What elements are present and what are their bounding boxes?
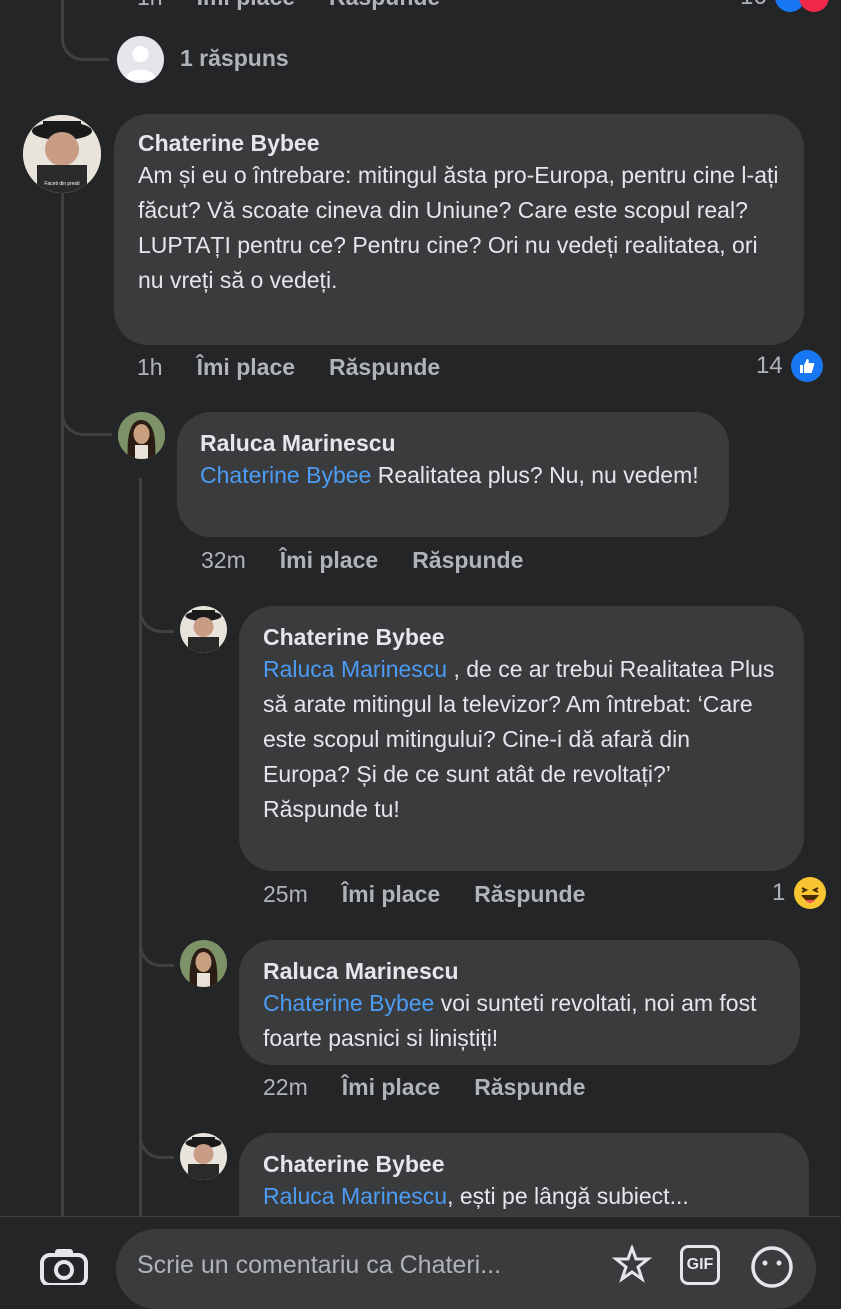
avatar-chaterine[interactable] xyxy=(180,606,227,653)
thread-line-main xyxy=(61,190,64,1220)
like-button[interactable]: Îmi place xyxy=(197,0,295,11)
like-icon xyxy=(790,350,823,382)
reply-button[interactable]: Răspunde xyxy=(412,547,523,574)
mention-link[interactable]: Chaterine Bybee xyxy=(263,990,434,1016)
reply-button[interactable]: Răspunde xyxy=(474,1074,585,1101)
comment-bubble[interactable]: Raluca Marinescu Chaterine Bybee Realita… xyxy=(177,412,729,537)
comment-time: 25m xyxy=(263,881,308,907)
comment-text: Raluca Marinescu , de ce ar trebui Reali… xyxy=(263,656,775,822)
like-button[interactable]: Îmi place xyxy=(197,354,295,381)
reply-button[interactable]: Răspunde xyxy=(329,354,440,381)
comment-meta: 22m Îmi place Răspunde xyxy=(263,1074,585,1101)
reply-button[interactable]: Răspunde xyxy=(329,0,440,11)
mention-link[interactable]: Raluca Marinescu xyxy=(263,656,447,682)
thread-connector xyxy=(139,578,174,633)
top-comment-meta: 1h Îmi place Răspunde xyxy=(137,0,440,11)
emoji-icon[interactable] xyxy=(750,1245,794,1294)
reaction-count: 14 xyxy=(756,352,783,379)
mention-link[interactable]: Raluca Marinescu xyxy=(263,1183,447,1209)
comment-time: 22m xyxy=(263,1074,308,1100)
avatar-chaterine[interactable]: Faceti din presti xyxy=(23,115,101,193)
comment-input-placeholder: Scrie un comentariu ca Chateri... xyxy=(137,1251,502,1279)
comment-author[interactable]: Chaterine Bybee xyxy=(263,1149,785,1179)
avatar-raluca[interactable] xyxy=(118,412,165,459)
comment-input[interactable]: Scrie un comentariu ca Chateri... GIF xyxy=(116,1229,816,1309)
reply-button[interactable]: Răspunde xyxy=(474,881,585,908)
reaction-count: 16 xyxy=(740,0,767,11)
comment-text: Chaterine Bybee Realitatea plus? Nu, nu … xyxy=(200,462,699,488)
comment-text: Chaterine Bybee voi sunteti revoltati, n… xyxy=(263,990,757,1051)
camera-icon[interactable] xyxy=(40,1245,88,1290)
like-button[interactable]: Îmi place xyxy=(342,1074,440,1101)
comment-time: 32m xyxy=(201,547,246,573)
comment-author[interactable]: Raluca Marinescu xyxy=(200,428,706,458)
avatar-placeholder xyxy=(117,36,164,83)
comment-author[interactable]: Raluca Marinescu xyxy=(263,956,776,986)
view-replies-link[interactable]: 1 răspuns xyxy=(180,45,289,72)
thread-connector xyxy=(139,1100,174,1159)
comment-text: Raluca Marinescu, ești pe lângă subiect.… xyxy=(263,1183,689,1209)
comment-bubble[interactable]: Raluca Marinescu Chaterine Bybee voi sun… xyxy=(239,940,800,1065)
thread-connector xyxy=(61,0,109,61)
like-button[interactable]: Îmi place xyxy=(342,881,440,908)
comment-reactions[interactable]: 1 xyxy=(772,876,827,910)
laugh-emoji-icon xyxy=(793,876,827,910)
comment-author[interactable]: Chaterine Bybee xyxy=(138,128,780,158)
avatar-sticker-icon[interactable] xyxy=(611,1243,653,1290)
comment-meta: 1h Îmi place Răspunde xyxy=(137,354,440,381)
svg-text:Faceti din presti: Faceti din presti xyxy=(44,181,79,187)
comment-time: 1h xyxy=(137,0,163,11)
avatar-chaterine[interactable] xyxy=(180,1133,227,1180)
comment-meta: 25m Îmi place Răspunde xyxy=(263,881,585,908)
comment-reactions[interactable]: 14 xyxy=(756,350,823,382)
comment-bubble[interactable]: Chaterine Bybee Raluca Marinescu , de ce… xyxy=(239,606,804,871)
comment-bubble[interactable]: Chaterine Bybee Am și eu o întrebare: mi… xyxy=(114,114,804,345)
reaction-count: 1 xyxy=(772,879,786,906)
top-reaction[interactable]: 16 xyxy=(740,0,829,12)
thread-connector xyxy=(139,900,174,967)
like-button[interactable]: Îmi place xyxy=(280,547,378,574)
comment-meta: 32m Îmi place Răspunde xyxy=(201,547,523,574)
comment-text: Am și eu o întrebare: mitingul ăsta pro-… xyxy=(138,162,779,293)
comment-author[interactable]: Chaterine Bybee xyxy=(263,622,780,652)
thread-connector xyxy=(61,380,112,436)
mention-link[interactable]: Chaterine Bybee xyxy=(200,462,371,488)
gif-icon[interactable]: GIF xyxy=(680,1245,720,1285)
avatar-raluca[interactable] xyxy=(180,940,227,987)
default-user-icon xyxy=(125,46,156,80)
love-icon xyxy=(798,0,829,12)
comment-time: 1h xyxy=(137,354,163,380)
